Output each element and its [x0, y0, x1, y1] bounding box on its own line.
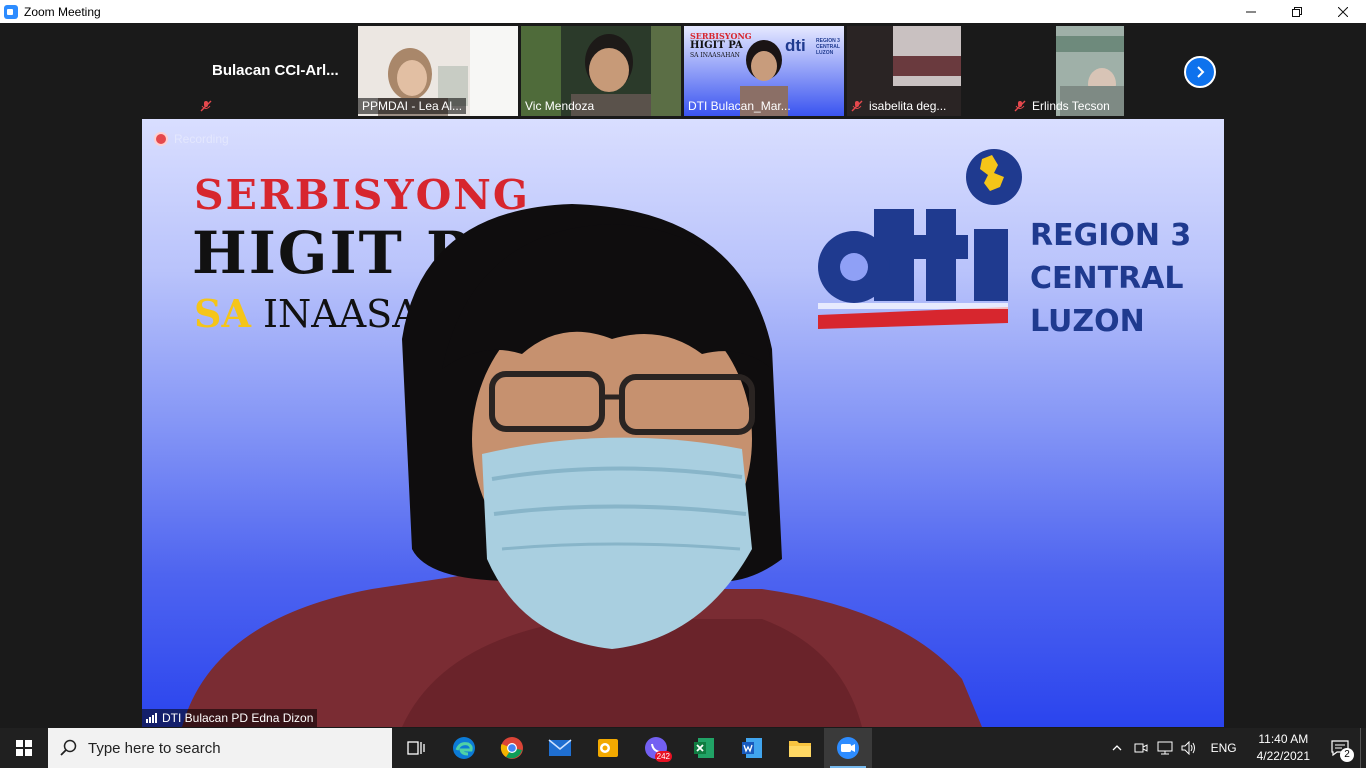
show-desktop-button[interactable]: [1360, 728, 1366, 768]
camera-icon: [1134, 743, 1148, 753]
tile-banner-line2: HIGIT PA: [690, 40, 743, 51]
mic-muted-icon: [200, 100, 212, 112]
participant-name-label: isabelita deg...: [869, 99, 947, 113]
participant-name-label: DTI Bulacan_Mar...: [688, 99, 791, 113]
task-view-button[interactable]: [392, 728, 440, 768]
tile-banner-line3: SA INAASAHAN: [690, 52, 740, 59]
clock-time: 11:40 AM: [1258, 732, 1309, 746]
network-icon: [1157, 741, 1173, 755]
window-title: Zoom Meeting: [24, 4, 101, 19]
edge-icon: [453, 737, 475, 759]
mail-button[interactable]: [536, 728, 584, 768]
action-center-button[interactable]: 2: [1320, 728, 1360, 768]
participant-tile[interactable]: Bulacan CCI-Arl...: [196, 26, 356, 116]
show-hidden-icons-button[interactable]: [1105, 728, 1129, 768]
zoom-icon: [837, 737, 859, 759]
search-icon: [60, 739, 77, 756]
chrome-icon: [500, 737, 523, 759]
speaker-icon: [1181, 741, 1195, 755]
word-icon: [742, 738, 762, 758]
chevron-up-icon: [1112, 745, 1122, 751]
participant-tile[interactable]: Erlinds Tecson: [1010, 26, 1124, 116]
signal-strength-icon: [146, 713, 157, 723]
system-tray: ENG 11:40 AM 4/22/2021 2: [1105, 728, 1366, 768]
participant-name-label: PPMDAI - Lea Al...: [358, 98, 467, 114]
participant-name-label: Bulacan CCI-Arl...: [212, 62, 339, 79]
zoom-app-icon: [4, 4, 18, 19]
close-icon: [1338, 6, 1348, 17]
input-language[interactable]: ENG: [1201, 741, 1247, 755]
next-page-button[interactable]: [1184, 56, 1216, 88]
speaker-video-feed: [182, 204, 982, 727]
word-button[interactable]: [728, 728, 776, 768]
participant-name-label: Vic Mendoza: [525, 99, 595, 113]
mic-muted-icon: [851, 100, 863, 112]
participant-tile[interactable]: isabelita deg...: [847, 26, 961, 116]
chevron-right-icon: [1197, 66, 1205, 78]
participant-tile[interactable]: Vic Mendoza: [521, 26, 681, 116]
search-input[interactable]: [88, 739, 368, 757]
minimize-button[interactable]: [1228, 0, 1274, 23]
windows-taskbar: 242 ENG 11:40 AM 4/22/2021 2: [0, 728, 1366, 768]
participant-tile[interactable]: PPMDAI - Lea Al...: [358, 26, 518, 116]
tile-dti-logo: dti: [785, 36, 806, 55]
restore-icon: [1292, 6, 1302, 17]
title-bar: Zoom Meeting: [0, 0, 1366, 23]
tile-region-text: REGION 3 CENTRAL LUZON: [816, 38, 840, 56]
zoom-taskbar-button[interactable]: [824, 728, 872, 768]
participant-name-label: Erlinds Tecson: [1032, 99, 1110, 113]
edge-button[interactable]: [440, 728, 488, 768]
viber-badge: 242: [654, 751, 672, 762]
windows-logo-icon: [16, 740, 32, 756]
start-button[interactable]: [0, 728, 48, 768]
meet-now-button[interactable]: [1129, 728, 1153, 768]
folder-icon: [789, 741, 811, 757]
participant-tile[interactable]: SERBISYONG HIGIT PA SA INAASAHAN dti REG…: [684, 26, 844, 116]
task-view-icon: [407, 741, 425, 755]
restore-button[interactable]: [1274, 0, 1320, 23]
outlook-icon: [598, 739, 618, 757]
mic-muted-icon: [1014, 100, 1026, 112]
participant-strip: Bulacan CCI-Arl... PPMDAI - Lea Al... Vi…: [0, 23, 1366, 119]
viber-button[interactable]: 242: [632, 728, 680, 768]
clock-date: 4/22/2021: [1256, 749, 1310, 763]
excel-button[interactable]: [680, 728, 728, 768]
chrome-button[interactable]: [488, 728, 536, 768]
active-speaker-video: Recording SERBISYONG HIGIT PA SA INAASAH…: [142, 119, 1224, 727]
speaker-name-label: DTI Bulacan PD Edna Dizon: [142, 709, 318, 727]
speaker-name: DTI Bulacan PD Edna Dizon: [162, 711, 314, 725]
taskbar-search-box[interactable]: [48, 728, 392, 768]
volume-button[interactable]: [1177, 728, 1201, 768]
file-explorer-button[interactable]: [776, 728, 824, 768]
clock[interactable]: 11:40 AM 4/22/2021: [1247, 731, 1320, 765]
minimize-icon: [1246, 11, 1256, 12]
close-button[interactable]: [1320, 0, 1366, 23]
mail-icon: [548, 739, 572, 756]
network-button[interactable]: [1153, 728, 1177, 768]
outlook-button[interactable]: [584, 728, 632, 768]
notification-count: 2: [1340, 748, 1354, 762]
excel-icon: [694, 738, 714, 758]
